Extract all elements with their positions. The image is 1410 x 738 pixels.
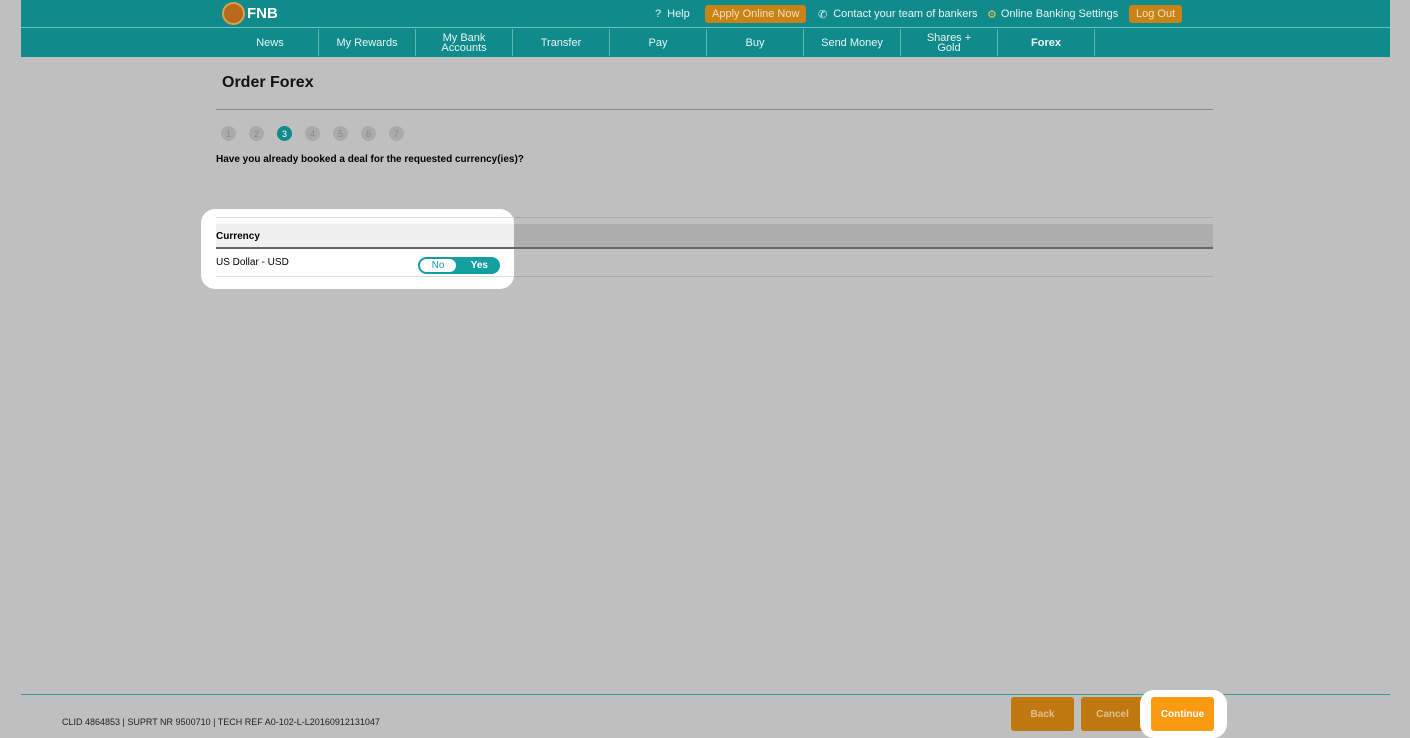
nav-send-money[interactable]: Send Money: [804, 29, 901, 56]
gear-icon: ⚙: [987, 8, 997, 21]
step-4: 4: [305, 126, 320, 141]
nav-shares-gold[interactable]: Shares + Gold: [901, 29, 998, 56]
main-nav: News My Rewards My Bank Accounts Transfe…: [222, 29, 1095, 56]
row-divider: [216, 276, 514, 277]
help-icon: ?: [655, 8, 662, 20]
continue-button[interactable]: Continue: [1151, 697, 1214, 731]
cancel-button[interactable]: Cancel: [1081, 697, 1144, 731]
header: FNB ? Help Apply Online Now ✆ Contact your…: [21, 0, 1390, 57]
contact-link[interactable]: ✆ Contact your team of bankers: [818, 0, 978, 28]
tree-logo-icon: [222, 2, 245, 25]
settings-link[interactable]: ⚙ Online Banking Settings: [987, 0, 1118, 28]
help-link[interactable]: ? Help: [655, 0, 690, 28]
back-button[interactable]: Back: [1011, 697, 1074, 731]
nav-my-bank-accounts[interactable]: My Bank Accounts: [416, 29, 513, 56]
highlight-spotlight: [201, 209, 514, 289]
divider: [216, 217, 514, 218]
step-5: 5: [333, 126, 348, 141]
logout-button[interactable]: Log Out: [1129, 5, 1183, 23]
table-header-highlight: [216, 224, 514, 249]
top-bar: FNB ? Help Apply Online Now ✆ Contact your…: [21, 0, 1390, 28]
step-3-current: 3: [277, 126, 292, 141]
fnb-logo[interactable]: FNB: [222, 2, 278, 25]
nav-forex[interactable]: Forex: [998, 29, 1095, 56]
nav-buy[interactable]: Buy: [707, 29, 804, 56]
apply-online-button[interactable]: Apply Online Now: [705, 5, 807, 23]
nav-pay[interactable]: Pay: [610, 29, 707, 56]
question-text: Have you already booked a deal for the r…: [216, 154, 524, 165]
footer-reference: CLID 4864853 | SUPRT NR 9500710 | TECH R…: [62, 717, 380, 727]
step-indicator: 1 2 3 4 5 6 7: [221, 126, 404, 141]
nav-transfer[interactable]: Transfer: [513, 29, 610, 56]
step-6: 6: [361, 126, 376, 141]
phone-icon: ✆: [818, 8, 828, 21]
nav-news[interactable]: News: [222, 29, 319, 56]
nav-my-rewards[interactable]: My Rewards: [319, 29, 416, 56]
toggle-yes[interactable]: Yes: [471, 259, 488, 272]
step-1: 1: [221, 126, 236, 141]
page-title: Order Forex: [222, 74, 314, 91]
deal-booked-toggle[interactable]: No Yes: [418, 257, 500, 274]
step-2: 2: [249, 126, 264, 141]
toggle-no[interactable]: No: [420, 259, 456, 272]
currency-cell: US Dollar - USD: [216, 257, 289, 268]
divider: [216, 109, 1213, 110]
step-7: 7: [389, 126, 404, 141]
currency-column-header: Currency: [216, 231, 260, 242]
